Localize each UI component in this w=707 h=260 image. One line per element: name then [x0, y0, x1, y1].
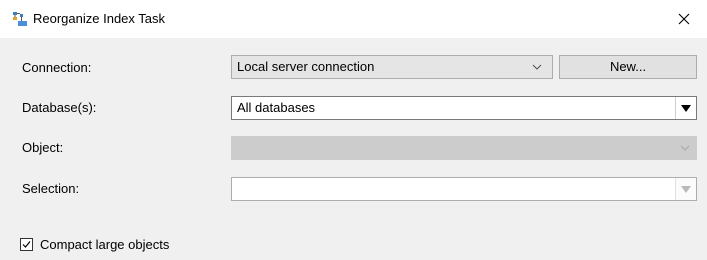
compact-large-objects-label: Compact large objects [40, 237, 170, 252]
selection-label: Selection: [22, 181, 80, 196]
new-connection-button[interactable]: New... [559, 55, 697, 79]
checkmark-icon [22, 241, 31, 248]
close-button[interactable] [661, 0, 707, 38]
dropdown-arrow-icon [681, 186, 691, 193]
reorganize-index-task-dialog: Reorganize Index Task Connection: Local … [0, 0, 707, 260]
connection-value: Local server connection [237, 59, 375, 74]
selection-dropdown-button [675, 178, 696, 200]
close-icon [678, 13, 690, 25]
connection-dropdown[interactable]: Local server connection [231, 55, 553, 79]
selection-dropdown [231, 177, 697, 201]
connection-label: Connection: [22, 60, 92, 75]
databases-dropdown[interactable]: All databases [231, 96, 697, 120]
reorganize-index-task-icon [12, 11, 28, 27]
databases-value: All databases [237, 100, 316, 115]
title-bar: Reorganize Index Task [0, 0, 707, 38]
databases-label: Database(s): [22, 100, 97, 115]
compact-large-objects-checkbox[interactable] [20, 238, 33, 251]
chevron-down-icon [532, 64, 542, 70]
object-dropdown [231, 136, 697, 160]
chevron-down-icon [680, 145, 690, 151]
dropdown-arrow-icon [681, 105, 691, 112]
window-title: Reorganize Index Task [33, 11, 166, 26]
object-label: Object: [22, 140, 64, 155]
databases-dropdown-button[interactable] [675, 97, 696, 119]
